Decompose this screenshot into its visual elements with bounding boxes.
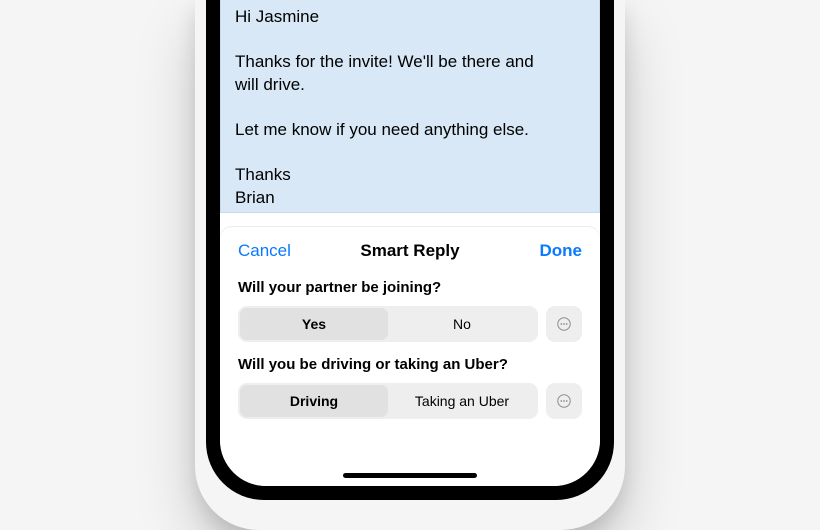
ellipsis-icon bbox=[556, 316, 572, 332]
done-button[interactable]: Done bbox=[540, 241, 583, 261]
question-label: Will you be driving or taking an Uber? bbox=[238, 356, 582, 373]
email-greeting: Hi Jasmine bbox=[235, 6, 585, 29]
option-driving[interactable]: Driving bbox=[240, 385, 388, 417]
option-no[interactable]: No bbox=[388, 308, 536, 340]
email-signoff: Thanks bbox=[235, 164, 585, 187]
home-indicator[interactable] bbox=[343, 473, 477, 478]
smart-reply-sheet: Cancel Smart Reply Done Will your partne… bbox=[220, 227, 600, 486]
phone-screen: Hi Jasmine Thanks for the invite! We'll … bbox=[220, 0, 600, 486]
sheet-header: Cancel Smart Reply Done bbox=[220, 241, 600, 275]
email-line: Thanks for the invite! We'll be there an… bbox=[235, 51, 585, 74]
email-sender: Brian bbox=[235, 187, 585, 210]
more-options-button[interactable] bbox=[546, 383, 582, 419]
option-uber[interactable]: Taking an Uber bbox=[388, 385, 536, 417]
question-label: Will your partner be joining? bbox=[238, 279, 582, 296]
email-compose-area: Hi Jasmine Thanks for the invite! We'll … bbox=[220, 0, 600, 227]
question-block-partner: Will your partner be joining? Yes No bbox=[220, 275, 600, 352]
segmented-control-partner: Yes No bbox=[238, 306, 538, 342]
email-line: will drive. bbox=[235, 74, 585, 97]
phone-frame: Hi Jasmine Thanks for the invite! We'll … bbox=[206, 0, 614, 500]
segmented-control-transport: Driving Taking an Uber bbox=[238, 383, 538, 419]
more-options-button[interactable] bbox=[546, 306, 582, 342]
option-yes[interactable]: Yes bbox=[240, 308, 388, 340]
question-block-transport: Will you be driving or taking an Uber? D… bbox=[220, 352, 600, 429]
email-line: Let me know if you need anything else. bbox=[235, 119, 585, 142]
email-body-selected[interactable]: Hi Jasmine Thanks for the invite! We'll … bbox=[220, 0, 600, 213]
sheet-title: Smart Reply bbox=[360, 241, 459, 261]
cancel-button[interactable]: Cancel bbox=[238, 241, 291, 261]
ellipsis-icon bbox=[556, 393, 572, 409]
